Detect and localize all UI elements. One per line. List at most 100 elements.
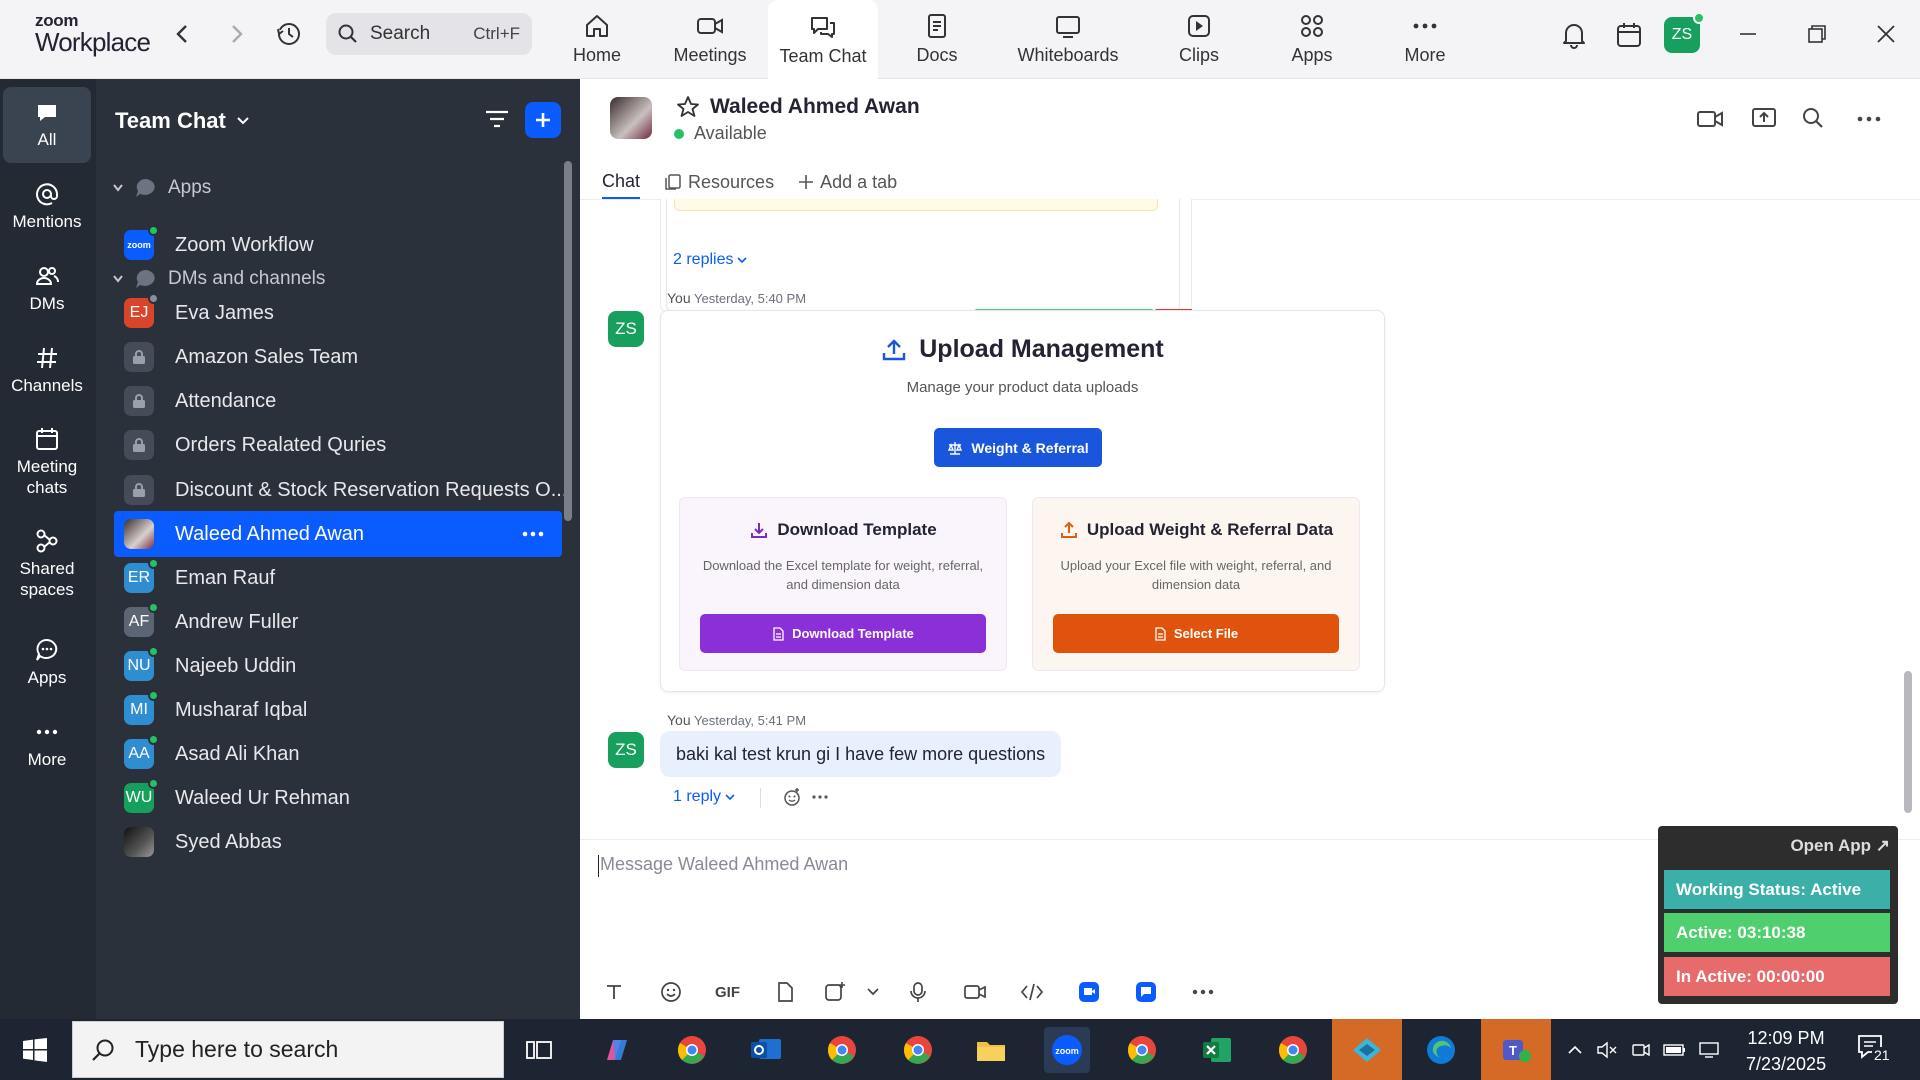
section-apps[interactable]: Apps [112,177,211,199]
tracker-app-icon[interactable] [1332,1019,1402,1080]
notification-bell-icon[interactable] [1558,19,1590,51]
sidebar-chat-item[interactable]: Syed Abbas [114,819,562,865]
zoom-app-icon[interactable]: zoom [1044,1027,1090,1073]
sidebar-chat-item[interactable]: AA Asad Ali Khan [114,731,562,777]
minimize-icon[interactable] [1732,18,1764,50]
show-hidden-icons[interactable] [1560,1045,1590,1055]
emoji-icon[interactable] [642,976,699,1008]
nav-meetings[interactable]: Meetings [655,0,765,79]
more-options-icon[interactable] [522,531,544,537]
nav-home[interactable]: Home [542,0,652,79]
thread-replies-link[interactable]: 2 replies [673,251,748,269]
chrome-icon[interactable] [669,1027,715,1073]
excel-icon[interactable] [1194,1027,1240,1073]
star-icon[interactable] [676,95,700,119]
thread-replies-link[interactable]: 1 reply [673,788,735,806]
more-options-icon[interactable] [1857,116,1881,122]
restore-icon[interactable] [1801,18,1833,50]
sidebar-scrollbar[interactable] [564,161,572,521]
message-more-icon[interactable] [812,795,828,799]
sidebar-chat-item[interactable]: Discount & Stock Reservation Requests O.… [114,467,567,513]
battery-icon[interactable] [1658,1043,1692,1057]
new-chat-button[interactable] [525,102,561,138]
sidebar-chat-item[interactable]: AF Andrew Fuller [114,599,562,645]
task-view-icon[interactable] [516,1027,562,1073]
video-message-icon[interactable] [946,976,1003,1008]
close-icon[interactable] [1870,18,1902,50]
sidebar-chat-item[interactable]: ER Eman Rauf [114,555,562,601]
nav-whiteboards[interactable]: Whiteboards [1013,0,1123,79]
sidebar-item-zoom-workflow[interactable]: zoom Zoom Workflow [114,222,562,268]
code-snippet-icon[interactable] [1003,976,1060,1008]
teams-icon[interactable]: T [1481,1019,1551,1080]
outlook-icon[interactable] [743,1027,789,1073]
chevron-down-icon[interactable] [857,976,889,1008]
rail-more[interactable]: More [3,709,91,779]
message-avatar[interactable]: ZS [608,732,644,768]
sidebar-title[interactable]: Team Chat [115,108,250,134]
chrome-icon[interactable] [895,1027,941,1073]
sidebar-chat-item[interactable]: WU Waleed Ur Rehman [114,775,562,821]
video-call-icon[interactable] [1696,108,1724,130]
chrome-icon[interactable] [819,1027,865,1073]
chat-contact-name[interactable]: Waleed Ahmed Awan [710,95,920,119]
nav-more[interactable]: More [1370,0,1480,79]
speaker-muted-icon[interactable] [1590,1041,1624,1059]
chat-scrollbar[interactable] [1904,671,1912,813]
sidebar-chat-item[interactable]: Attendance [114,378,562,424]
rail-apps[interactable]: Apps [3,627,91,697]
chrome-icon[interactable] [1270,1027,1316,1073]
select-file-button[interactable]: Select File [1053,614,1339,653]
rail-channels[interactable]: Channels [3,335,91,405]
taskbar-search-input[interactable]: Type here to search [72,1021,504,1078]
rail-dms[interactable]: DMs [3,253,91,323]
message-avatar[interactable]: ZS [608,311,644,347]
gif-button[interactable]: GIF [699,976,756,1008]
search-icon[interactable] [1802,107,1824,129]
screenshot-icon[interactable] [813,976,857,1008]
rail-meeting-chats[interactable]: Meeting chats [3,417,91,507]
edge-icon[interactable] [1418,1027,1464,1073]
forward-arrow-icon[interactable] [221,18,253,50]
add-reaction-icon[interactable] [782,787,802,807]
nav-docs[interactable]: Docs [882,0,992,79]
microphone-icon[interactable] [889,976,946,1008]
meet-now-icon[interactable] [1624,1041,1658,1059]
attach-file-icon[interactable] [756,976,813,1008]
tab-resources[interactable]: Resources [664,165,774,199]
message-input[interactable]: Message Waleed Ahmed Awan [600,854,848,875]
calendar-icon[interactable] [1613,19,1645,51]
rail-shared-spaces[interactable]: Shared spaces [3,519,91,609]
tab-chat[interactable]: Chat [602,165,641,199]
format-text-icon[interactable] [585,976,642,1008]
section-dms-and-channels[interactable]: DMs and channels [112,268,325,290]
network-icon[interactable] [1692,1041,1726,1059]
copilot-icon[interactable] [594,1027,640,1073]
sidebar-chat-item[interactable]: Amazon Sales Team [114,334,562,380]
sidebar-chat-item[interactable]: EJ Eva James [114,290,562,336]
file-explorer-icon[interactable] [968,1027,1014,1073]
windows-start-icon[interactable] [22,1037,48,1063]
nav-team-chat[interactable]: Team Chat [768,0,878,80]
user-avatar[interactable]: ZS [1664,12,1705,53]
share-screen-icon[interactable] [1751,107,1777,129]
weight-referral-button[interactable]: Weight & Referral [934,428,1102,467]
notification-center-icon[interactable]: 21 [1856,1033,1892,1063]
history-icon[interactable] [273,18,305,50]
nav-apps[interactable]: Apps [1257,0,1367,79]
filter-icon[interactable] [484,107,510,131]
rail-mentions[interactable]: Mentions [3,171,91,241]
open-app-link[interactable]: Open App ↗ [1790,836,1890,856]
more-tools-icon[interactable] [1174,976,1231,1008]
app-icon[interactable] [1117,976,1174,1008]
sidebar-chat-item[interactable]: Orders Realated Quries [114,422,562,468]
rail-all[interactable]: All [3,87,91,163]
download-template-button[interactable]: Download Template [700,614,986,653]
taskbar-clock[interactable]: 12:09 PM 7/23/2025 [1746,1025,1826,1077]
nav-clips[interactable]: Clips [1144,0,1254,79]
message-bubble[interactable]: baki kal test krun gi I have few more qu… [660,731,1062,777]
sidebar-chat-item[interactable]: NU Najeeb Uddin [114,643,562,689]
contact-avatar[interactable] [610,97,652,139]
back-arrow-icon[interactable] [166,18,198,50]
sidebar-chat-item[interactable]: Waleed Ahmed Awan [114,511,562,557]
